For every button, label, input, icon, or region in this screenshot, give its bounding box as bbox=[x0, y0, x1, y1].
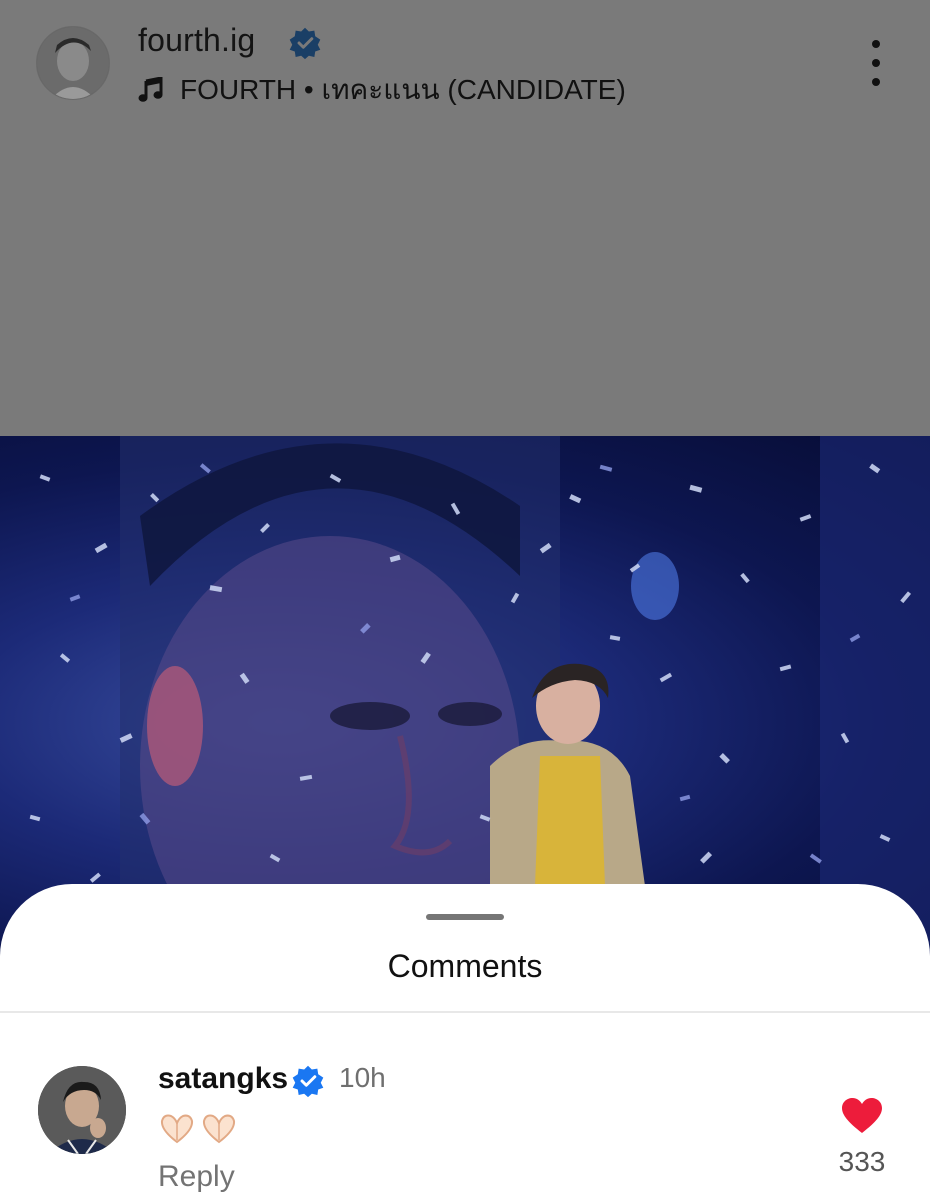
concert-photo bbox=[29, 436, 930, 956]
music-row[interactable]: FOURTH • เทคะแนน (CANDIDATE) bbox=[138, 70, 626, 110]
post-media[interactable] bbox=[0, 436, 930, 956]
sheet-drag-handle[interactable] bbox=[426, 914, 504, 920]
heart-hands-emoji-icon bbox=[160, 1114, 194, 1144]
divider bbox=[0, 1011, 930, 1013]
comment-avatar[interactable] bbox=[38, 1066, 126, 1154]
heart-icon[interactable] bbox=[842, 1098, 882, 1134]
comments-sheet: Comments satangks 10h Reply 333 bbox=[0, 884, 930, 1200]
post-username[interactable]: fourth.ig bbox=[138, 22, 255, 59]
reply-button[interactable]: Reply bbox=[158, 1160, 235, 1194]
verified-icon bbox=[289, 27, 321, 60]
comment-username[interactable]: satangks bbox=[158, 1062, 288, 1096]
verified-icon bbox=[292, 1065, 324, 1098]
music-note-icon bbox=[138, 77, 163, 102]
sheet-title: Comments bbox=[387, 948, 543, 984]
music-label: FOURTH • เทคะแนน (CANDIDATE) bbox=[180, 74, 626, 105]
comment-text bbox=[158, 1112, 238, 1146]
post-avatar[interactable] bbox=[36, 26, 110, 100]
post-header: fourth.ig FOURTH • เทคะแนน (CANDIDATE) bbox=[0, 0, 930, 436]
like-count: 333 bbox=[838, 1146, 886, 1177]
heart-hands-emoji-icon bbox=[202, 1114, 236, 1144]
comment-timestamp: 10h bbox=[339, 1062, 386, 1093]
more-options-icon[interactable] bbox=[858, 40, 894, 86]
